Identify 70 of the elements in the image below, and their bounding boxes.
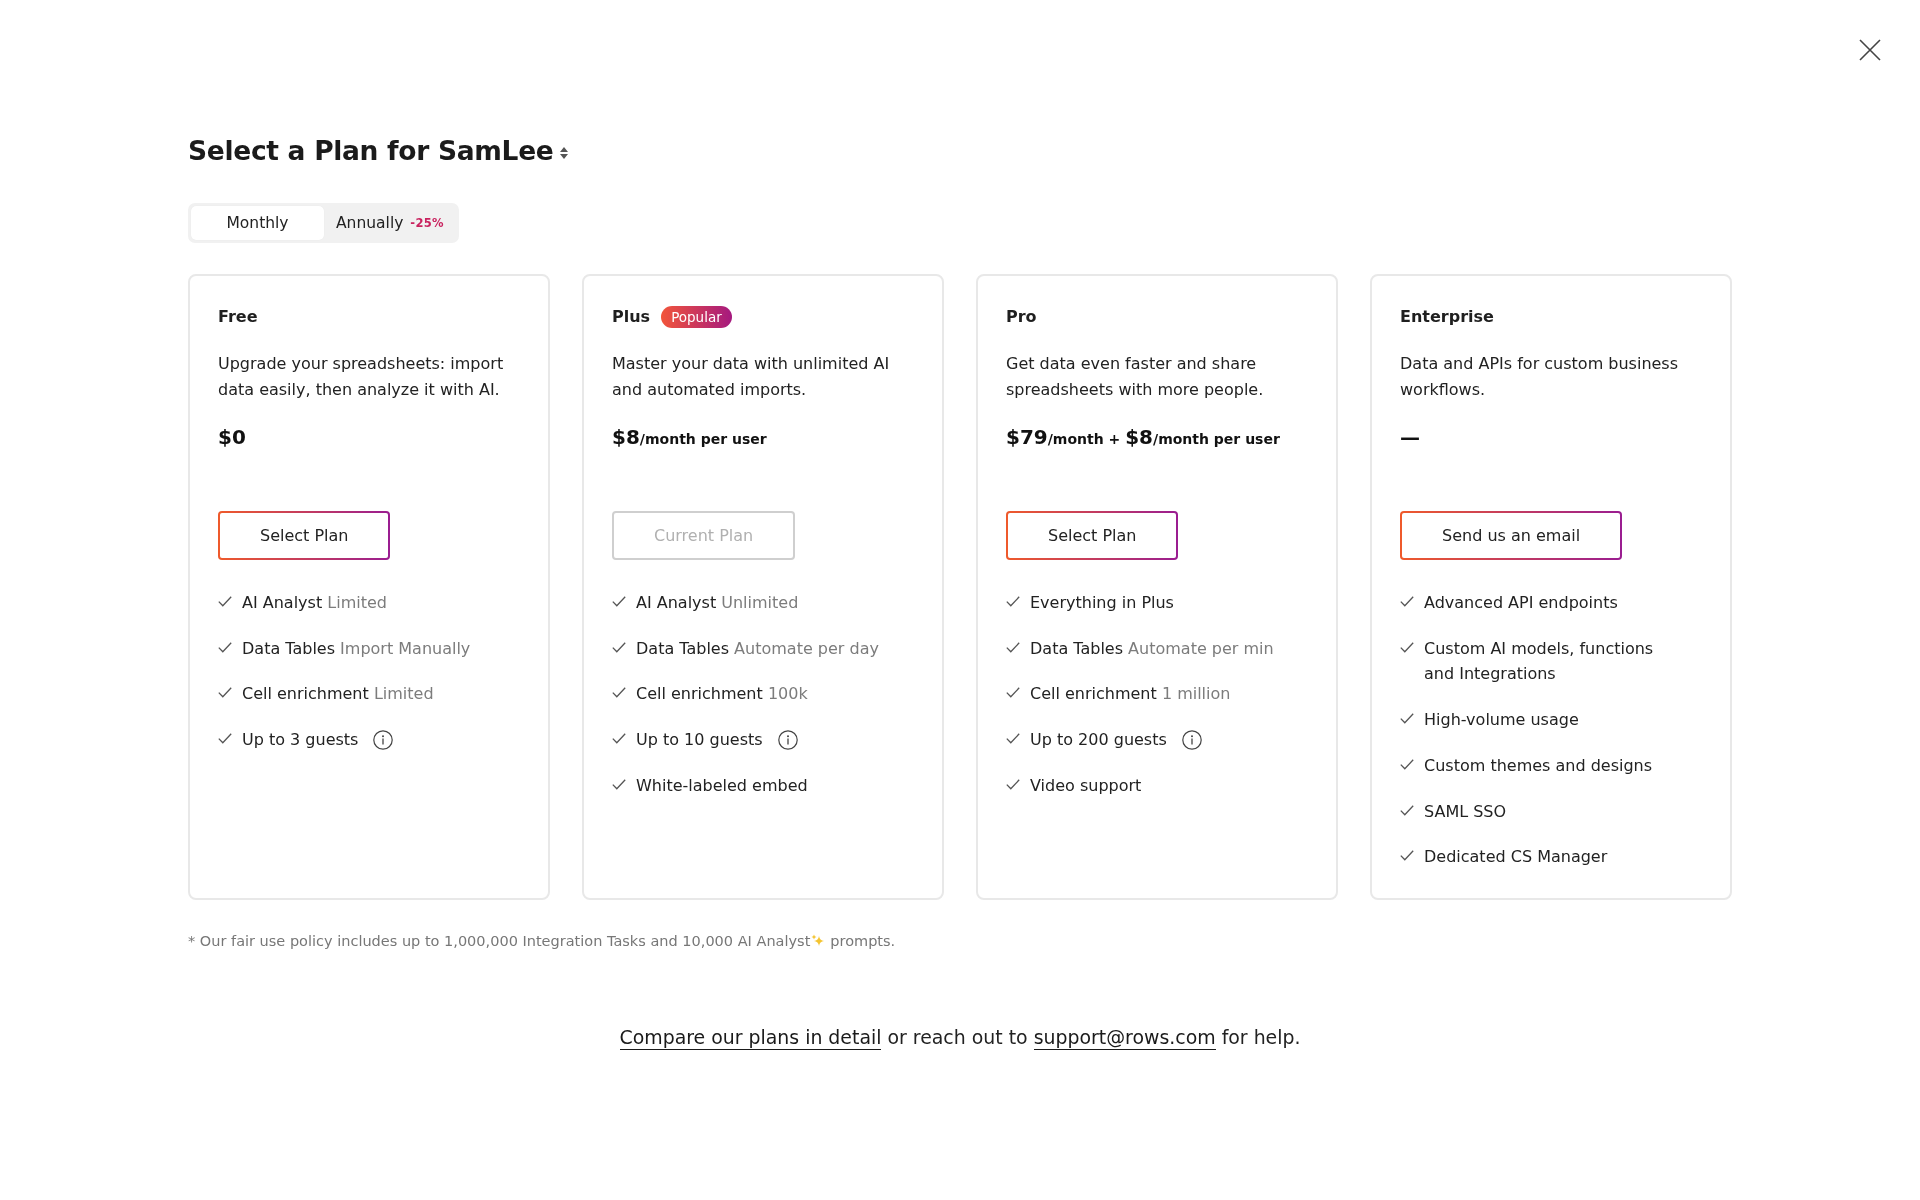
- check-icon: [1006, 596, 1020, 607]
- plan-description: Data and APIs for custom business workflows.: [1400, 353, 1680, 401]
- plan-price: $0: [218, 424, 246, 451]
- check-icon: [1400, 596, 1414, 607]
- check-icon: [1400, 758, 1414, 770]
- feature-text: Data Tables Import Manually: [242, 637, 471, 660]
- feature-text: AI Analyst Limited: [242, 592, 387, 614]
- plan-badge: Popular: [661, 306, 732, 328]
- plan-name: Free: [218, 306, 258, 328]
- feature-text: Advanced API endpoints: [1424, 592, 1618, 614]
- feature-text: Dedicated CS Manager: [1424, 846, 1608, 869]
- info-icon[interactable]: [777, 730, 798, 751]
- plan-name: Enterprise: [1400, 306, 1494, 328]
- close-icon[interactable]: [1859, 39, 1881, 61]
- plan-price: $79/month + $8/month per user: [1006, 424, 1280, 451]
- feature-text: Data Tables Automate per min: [1030, 637, 1274, 660]
- plan-price: —: [1400, 424, 1420, 451]
- footnote-text: * Our fair use policy includes up to 1,000,000 Integration Tasks and 10,000 AI Analyst: [188, 931, 811, 950]
- check-icon: [1400, 713, 1414, 725]
- feature-text: Custom AI models, functions and Integrations: [1424, 637, 1655, 686]
- check-icon: [1400, 850, 1414, 862]
- plan-button[interactable]: Send us an email: [1400, 511, 1623, 560]
- check-icon: [1400, 641, 1414, 653]
- info-icon[interactable]: [1181, 730, 1202, 751]
- text-link[interactable]: support@rows.com: [1033, 1024, 1216, 1050]
- feature-text: Cell enrichment 1 million: [1030, 683, 1231, 706]
- feature-text: Cell enrichment Limited: [242, 683, 434, 706]
- feature-text: SAML SSO: [1424, 800, 1507, 823]
- feature-text: Up to 3 guests: [242, 729, 359, 752]
- check-icon: [218, 641, 232, 653]
- check-icon: [1006, 778, 1020, 790]
- check-icon: [612, 778, 626, 790]
- feature-text: Data Tables Automate per day: [636, 637, 879, 660]
- check-icon: [612, 733, 626, 745]
- plan-name: Plus: [612, 306, 651, 328]
- check-icon: [1006, 733, 1020, 745]
- feature-text: Video support: [1030, 774, 1142, 797]
- check-icon: [1006, 687, 1020, 699]
- check-icon: [1006, 641, 1020, 653]
- check-icon: [218, 733, 232, 745]
- check-icon: [612, 596, 626, 607]
- plan-button[interactable]: Select Plan: [1006, 511, 1179, 560]
- feature-text: Everything in Plus: [1030, 592, 1174, 614]
- feature-text: White-labeled embed: [636, 774, 808, 797]
- help-text: Compare our plans in detail or reach out to support@rows.com for help.: [618, 1023, 1302, 1051]
- plan-description: Upgrade your spreadsheets: import data easily, then analyze it with AI.: [218, 353, 505, 401]
- text-link[interactable]: Compare our plans in detail: [619, 1024, 882, 1050]
- check-icon: [1400, 804, 1414, 816]
- check-icon: [218, 687, 232, 699]
- discount-label: -25%: [410, 216, 444, 230]
- updown-arrows-icon: [559, 147, 568, 159]
- check-icon: [218, 596, 232, 607]
- page-title: Select a Plan for SamLee: [188, 134, 554, 168]
- plan-name: Pro: [1006, 306, 1037, 328]
- billing-tab[interactable]: Annually -25%: [324, 206, 456, 240]
- feature-text: High-volume usage: [1424, 709, 1579, 732]
- billing-tab[interactable]: Monthly: [191, 206, 324, 240]
- feature-text: AI Analyst Unlimited: [636, 592, 799, 614]
- plan-description: Master your data with unlimited AI and automated imports.: [612, 353, 891, 401]
- plan-button[interactable]: Select Plan: [218, 511, 391, 560]
- feature-text: Custom themes and designs: [1424, 754, 1653, 777]
- feature-text: Cell enrichment 100k: [636, 683, 808, 706]
- feature-text: Up to 10 guests: [636, 729, 763, 752]
- plan-price: $8/month per user: [612, 424, 767, 451]
- plan-description: Get data even faster and share spreadsheets with more people.: [1006, 353, 1265, 401]
- footnote-text: prompts.: [830, 931, 896, 950]
- feature-text: Up to 200 guests: [1030, 729, 1167, 752]
- check-icon: [612, 687, 626, 699]
- check-icon: [612, 641, 626, 653]
- info-icon[interactable]: [373, 730, 394, 751]
